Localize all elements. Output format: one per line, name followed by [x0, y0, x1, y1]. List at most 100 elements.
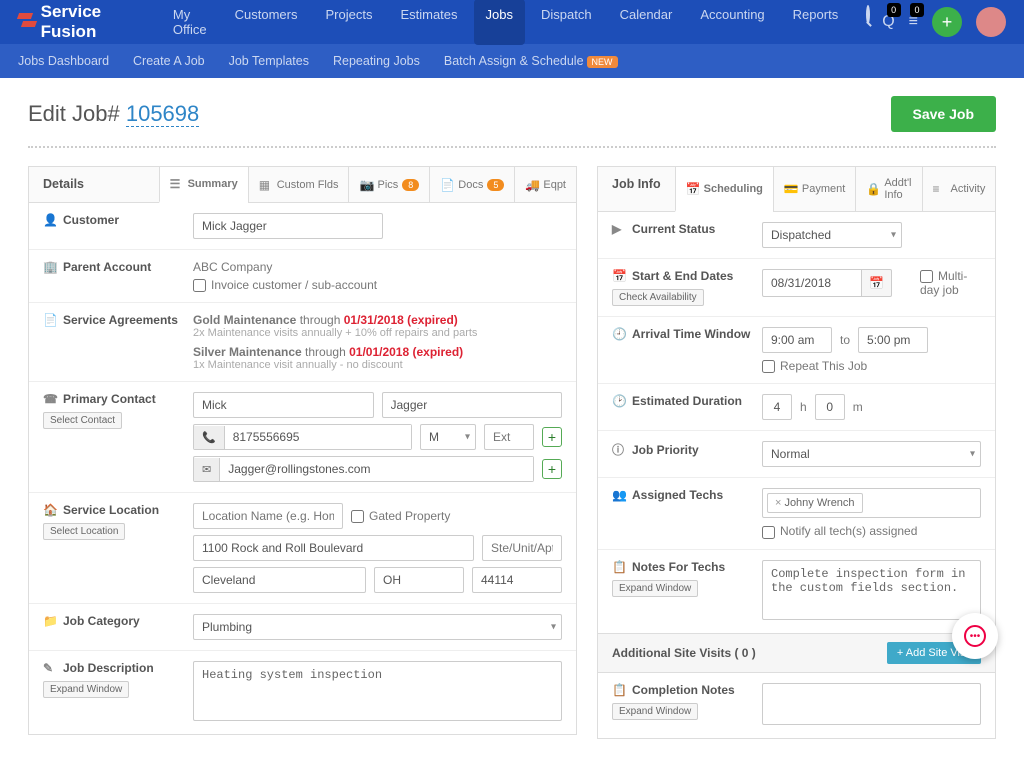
arrival-to-input[interactable] [858, 327, 928, 353]
nav-search[interactable] [854, 0, 882, 45]
details-title: Details [29, 167, 98, 202]
expand-description-button[interactable]: Expand Window [43, 681, 129, 698]
phone-type-select[interactable]: M [420, 424, 476, 450]
nav-dispatch[interactable]: Dispatch [529, 0, 604, 45]
topbar: Service Fusion My Office Customers Proje… [0, 0, 1024, 44]
nav-projects[interactable]: Projects [313, 0, 384, 45]
subnav-create-job[interactable]: Create A Job [133, 54, 205, 68]
tab-summary[interactable]: ☰Summary [159, 167, 248, 203]
file-icon: 📄 [43, 313, 57, 327]
jobinfo-panel-head: Job Info 📅Scheduling 💳Payment 🔒Addt'l In… [598, 167, 995, 212]
invoice-subaccount-check[interactable]: Invoice customer / sub-account [193, 278, 377, 292]
unit-input[interactable] [482, 535, 562, 561]
contact-first-name[interactable] [193, 392, 374, 418]
repeat-job-check[interactable]: Repeat This Job [762, 359, 867, 373]
nav-my-office[interactable]: My Office [161, 0, 219, 45]
city-input[interactable] [193, 567, 366, 593]
tab-pics[interactable]: 📷Pics 8 [348, 167, 429, 202]
tab-custom-fields[interactable]: ▦Custom Flds [248, 167, 349, 202]
subnav-templates[interactable]: Job Templates [229, 54, 309, 68]
mins-label: m [853, 400, 863, 414]
brand-logo[interactable]: Service Fusion [18, 2, 121, 42]
add-email-button[interactable]: + [542, 459, 562, 479]
remove-tag-icon[interactable]: × [775, 497, 781, 509]
add-phone-button[interactable]: + [542, 427, 562, 447]
nav-accounting[interactable]: Accounting [688, 0, 776, 45]
customer-input[interactable] [193, 213, 383, 239]
tab-activity[interactable]: ≡Activity [922, 167, 996, 211]
state-input[interactable] [374, 567, 464, 593]
multiday-check[interactable]: Multi-day job [920, 269, 981, 297]
nav-estimates[interactable]: Estimates [388, 0, 469, 45]
duration-hours-input[interactable] [762, 394, 792, 420]
contact-last-name[interactable] [382, 392, 563, 418]
lock-icon: 🔒 [866, 182, 880, 196]
page-body: Edit Job# 105698 Save Job Details ☰Summa… [0, 78, 1024, 757]
jobinfo-title: Job Info [598, 167, 675, 211]
expand-completion-button[interactable]: Expand Window [612, 703, 698, 720]
techs-tag-input[interactable]: ×Johny Wrench [762, 488, 981, 518]
save-job-button[interactable]: Save Job [891, 96, 996, 132]
hours-label: h [800, 400, 807, 414]
status-select[interactable]: Dispatched [762, 222, 902, 248]
nav-calendar[interactable]: Calendar [608, 0, 685, 45]
docs-count-badge: 5 [487, 179, 504, 191]
page-title: Edit Job# 105698 [28, 101, 199, 127]
row-job-description: ✎Job Description Expand Window Heating s… [29, 651, 576, 734]
row-dates: 📅Start & End Dates Check Availability 📅 … [598, 259, 995, 317]
check-availability-button[interactable]: Check Availability [612, 289, 704, 306]
tab-addtl-info[interactable]: 🔒Addt'l Info [855, 167, 921, 211]
gated-property-check[interactable]: Gated Property [351, 509, 450, 523]
date-picker-button[interactable]: 📅 [862, 269, 892, 297]
contact-phone-input[interactable] [225, 425, 411, 449]
help-icon: ••• [964, 625, 986, 647]
subnav-batch[interactable]: Batch Assign & ScheduleNEW [444, 54, 618, 68]
phone-ext-input[interactable] [484, 424, 534, 450]
select-location-button[interactable]: Select Location [43, 523, 125, 540]
subnav-repeating[interactable]: Repeating Jobs [333, 54, 420, 68]
comments-badge: 0 [887, 3, 901, 17]
priority-select[interactable]: Normal [762, 441, 981, 467]
contact-email-input[interactable] [220, 457, 533, 481]
label-duration: Estimated Duration [632, 394, 742, 408]
tab-eqpt[interactable]: 🚚Eqpt [514, 167, 576, 202]
job-number[interactable]: 105698 [126, 101, 199, 127]
help-floating-button[interactable]: ••• [952, 613, 998, 659]
address-line-input[interactable] [193, 535, 474, 561]
tab-payment[interactable]: 💳Payment [773, 167, 855, 211]
label-current-status: Current Status [632, 222, 715, 236]
duration-mins-input[interactable] [815, 394, 845, 420]
notes-for-techs-textarea[interactable]: Complete inspection form in the custom f… [762, 560, 981, 620]
tab-scheduling[interactable]: 📅Scheduling [675, 167, 773, 212]
note-icon: 📋 [612, 560, 626, 574]
label-customer: Customer [63, 213, 119, 227]
job-category-select[interactable]: Plumbing [193, 614, 562, 640]
add-button[interactable]: + [932, 7, 962, 37]
sa-silver: Silver Maintenance through 01/01/2018 (e… [193, 345, 562, 359]
comments-button[interactable]: Q0 [882, 13, 894, 31]
select-contact-button[interactable]: Select Contact [43, 412, 122, 429]
sa-silver-detail: 1x Maintenance visit annually - no disco… [193, 359, 562, 371]
tab-docs[interactable]: 📄Docs 5 [429, 167, 514, 202]
nav-reports[interactable]: Reports [781, 0, 851, 45]
tech-tag[interactable]: ×Johny Wrench [767, 493, 863, 513]
zip-input[interactable] [472, 567, 562, 593]
row-customer: 👤Customer [29, 203, 576, 250]
queue-button[interactable]: ≡0 [909, 13, 918, 31]
list-icon: ☰ [170, 177, 184, 191]
queue-badge: 0 [910, 3, 924, 17]
nav-jobs[interactable]: Jobs [474, 0, 525, 45]
notify-techs-check[interactable]: Notify all tech(s) assigned [762, 524, 917, 538]
user-avatar[interactable] [976, 7, 1006, 37]
subnav-dashboard[interactable]: Jobs Dashboard [18, 54, 109, 68]
location-name-input[interactable] [193, 503, 343, 529]
completion-notes-textarea[interactable] [762, 683, 981, 725]
jobinfo-tabs: 📅Scheduling 💳Payment 🔒Addt'l Info ≡Activ… [675, 167, 996, 211]
row-service-location: 🏠Service Location Select Location Gated … [29, 493, 576, 604]
arrival-from-input[interactable] [762, 327, 832, 353]
expand-notes-button[interactable]: Expand Window [612, 580, 698, 597]
nav-customers[interactable]: Customers [223, 0, 310, 45]
job-description-textarea[interactable]: Heating system inspection [193, 661, 562, 721]
row-assigned-techs: 👥Assigned Techs ×Johny Wrench Notify all… [598, 478, 995, 549]
start-date-input[interactable] [762, 269, 862, 297]
